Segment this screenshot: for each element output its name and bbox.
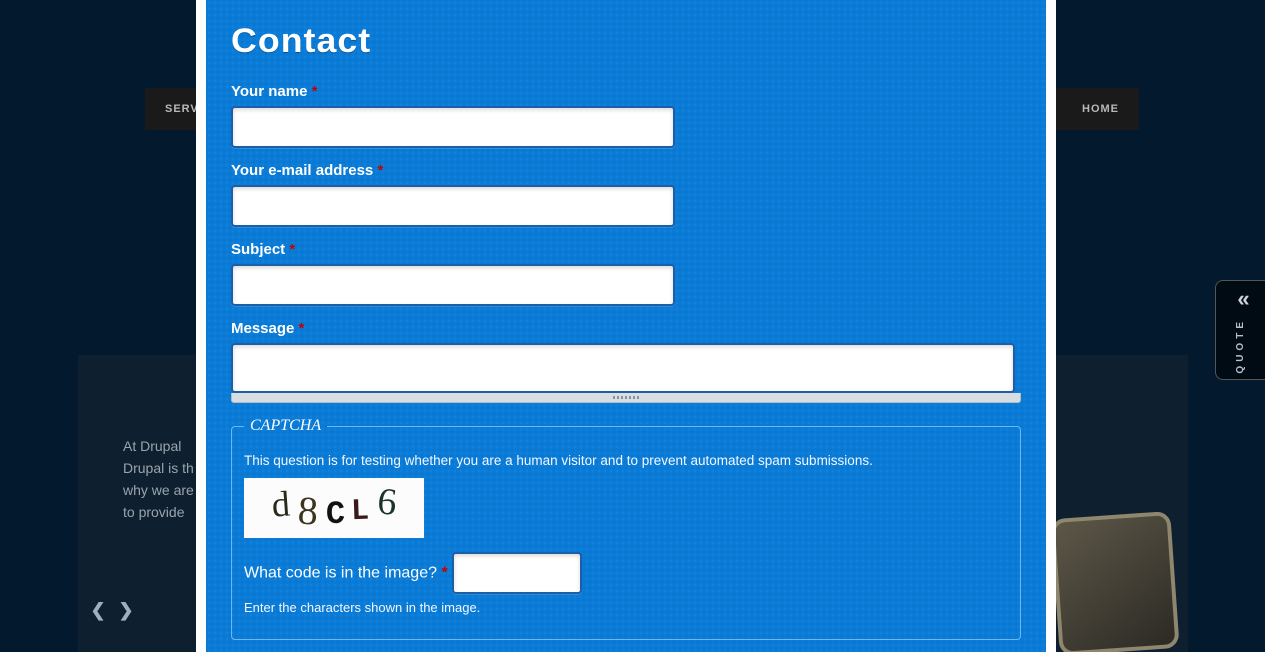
- name-label: Your name *: [231, 83, 1021, 100]
- captcha-hint: This question is for testing whether you…: [244, 453, 1008, 468]
- contact-modal: Contact Your name * Your e-mail address …: [196, 0, 1056, 652]
- carousel-arrows: ❮ ❯: [88, 600, 136, 620]
- captcha-help-text: Enter the characters shown in the image.: [244, 600, 1008, 615]
- subject-label-text: Subject: [231, 241, 289, 258]
- captcha-legend: CAPTCHA: [244, 417, 327, 435]
- captcha-char: 6: [375, 479, 398, 525]
- nav-item-home[interactable]: HOME: [1082, 103, 1119, 115]
- email-label: Your e-mail address *: [231, 162, 1021, 179]
- email-label-text: Your e-mail address: [231, 162, 377, 179]
- captcha-fieldset: CAPTCHA This question is for testing whe…: [231, 417, 1021, 640]
- quote-slideout-tab[interactable]: « QUOTE: [1215, 280, 1265, 380]
- textarea-resize-handle[interactable]: [231, 393, 1021, 403]
- captcha-char: C: [326, 496, 343, 533]
- required-marker: *: [377, 162, 383, 179]
- message-label-text: Message: [231, 320, 299, 337]
- captcha-image: d 8 C L 6: [244, 478, 424, 538]
- captcha-char: L: [351, 495, 370, 530]
- email-input[interactable]: [231, 185, 675, 227]
- carousel-prev-icon[interactable]: ❮: [88, 600, 108, 620]
- captcha-answer-input[interactable]: [452, 552, 582, 594]
- device-illustration: [1050, 511, 1179, 652]
- message-label: Message *: [231, 320, 1021, 337]
- required-marker: *: [289, 241, 295, 258]
- message-textarea[interactable]: [231, 343, 1015, 393]
- required-marker: *: [441, 565, 447, 582]
- chevron-left-icon: «: [1237, 286, 1243, 312]
- subject-input[interactable]: [231, 264, 675, 306]
- subject-field-group: Subject *: [231, 241, 1021, 306]
- required-marker: *: [299, 320, 305, 337]
- name-field-group: Your name *: [231, 83, 1021, 148]
- email-field-group: Your e-mail address *: [231, 162, 1021, 227]
- contact-form-panel: Contact Your name * Your e-mail address …: [206, 0, 1046, 652]
- captcha-answer-label: What code is in the image? *: [244, 565, 452, 582]
- name-label-text: Your name: [231, 83, 312, 100]
- required-marker: *: [312, 83, 318, 100]
- subject-label: Subject *: [231, 241, 1021, 258]
- captcha-char: d: [270, 482, 291, 525]
- message-field-group: Message *: [231, 320, 1021, 403]
- carousel-next-icon[interactable]: ❯: [116, 600, 136, 620]
- captcha-question-text: What code is in the image?: [244, 565, 441, 582]
- page-title: Contact: [231, 22, 1046, 61]
- name-input[interactable]: [231, 106, 675, 148]
- captcha-char: 8: [297, 486, 319, 534]
- quote-tab-label: QUOTE: [1235, 318, 1246, 374]
